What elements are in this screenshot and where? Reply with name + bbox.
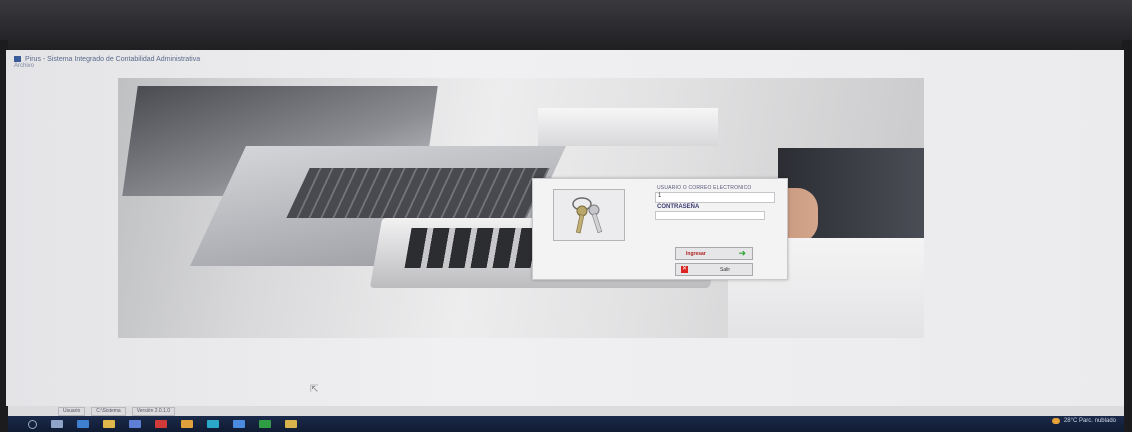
search-icon[interactable] <box>28 419 37 429</box>
task-view-icon[interactable] <box>51 420 63 428</box>
folder-icon[interactable] <box>285 420 297 428</box>
status-bar: Usuario C:\Sistema Versión 2.0.1.0 <box>8 406 1124 416</box>
mouse-cursor-icon: ⇱ <box>310 384 319 395</box>
close-icon: ✕ <box>681 266 688 273</box>
password-input[interactable] <box>655 211 765 220</box>
username-input[interactable]: 1 <box>655 192 775 203</box>
chrome-icon[interactable] <box>181 420 193 428</box>
tray-text: 28°C Parc. nublado <box>1063 418 1116 424</box>
keyboard-image <box>286 168 550 218</box>
weather-icon <box>1051 418 1060 424</box>
status-cell-path: C:\Sistema <box>91 406 126 416</box>
password-label: CONTRASEÑA <box>657 204 700 210</box>
mail-icon[interactable] <box>233 420 245 428</box>
media-icon[interactable] <box>155 420 167 428</box>
edge-icon[interactable] <box>77 420 89 428</box>
username-label: USUARIO O CORREO ELECTRONICO <box>657 185 752 191</box>
status-cell-version: Versión 2.0.1.0 <box>131 406 176 416</box>
title-bar: Pirus - Sistema Integrado de Contabilida… <box>14 53 200 65</box>
keys-image-frame <box>553 189 625 241</box>
login-button-label: Ingresar <box>686 250 706 257</box>
window-title: Pirus - Sistema Integrado de Contabilida… <box>25 55 201 63</box>
exit-button[interactable]: ✕ Salir <box>675 263 753 276</box>
login-button[interactable]: Ingresar ➜ <box>675 247 753 260</box>
menu-archivo[interactable]: Archivo <box>14 63 34 69</box>
taskbar: 28°C Parc. nublado <box>8 416 1124 432</box>
monitor-bezel-top <box>0 0 1132 50</box>
exit-button-label: Salir <box>720 266 731 273</box>
store-icon[interactable] <box>129 420 141 428</box>
system-tray[interactable]: 28°C Parc. nublado <box>1051 418 1116 424</box>
app-icon <box>14 56 21 62</box>
status-cell-user: Usuario <box>58 406 86 416</box>
file-explorer-icon[interactable] <box>103 420 115 428</box>
background-photo <box>118 78 924 338</box>
paper-image <box>538 108 718 146</box>
app-running-icon[interactable] <box>259 420 271 428</box>
browser-icon[interactable] <box>207 420 219 428</box>
arrow-right-icon: ➜ <box>738 248 746 258</box>
keys-icon <box>572 197 603 234</box>
login-dialog: USUARIO O CORREO ELECTRONICO 1 CONTRASEÑ… <box>532 178 788 280</box>
